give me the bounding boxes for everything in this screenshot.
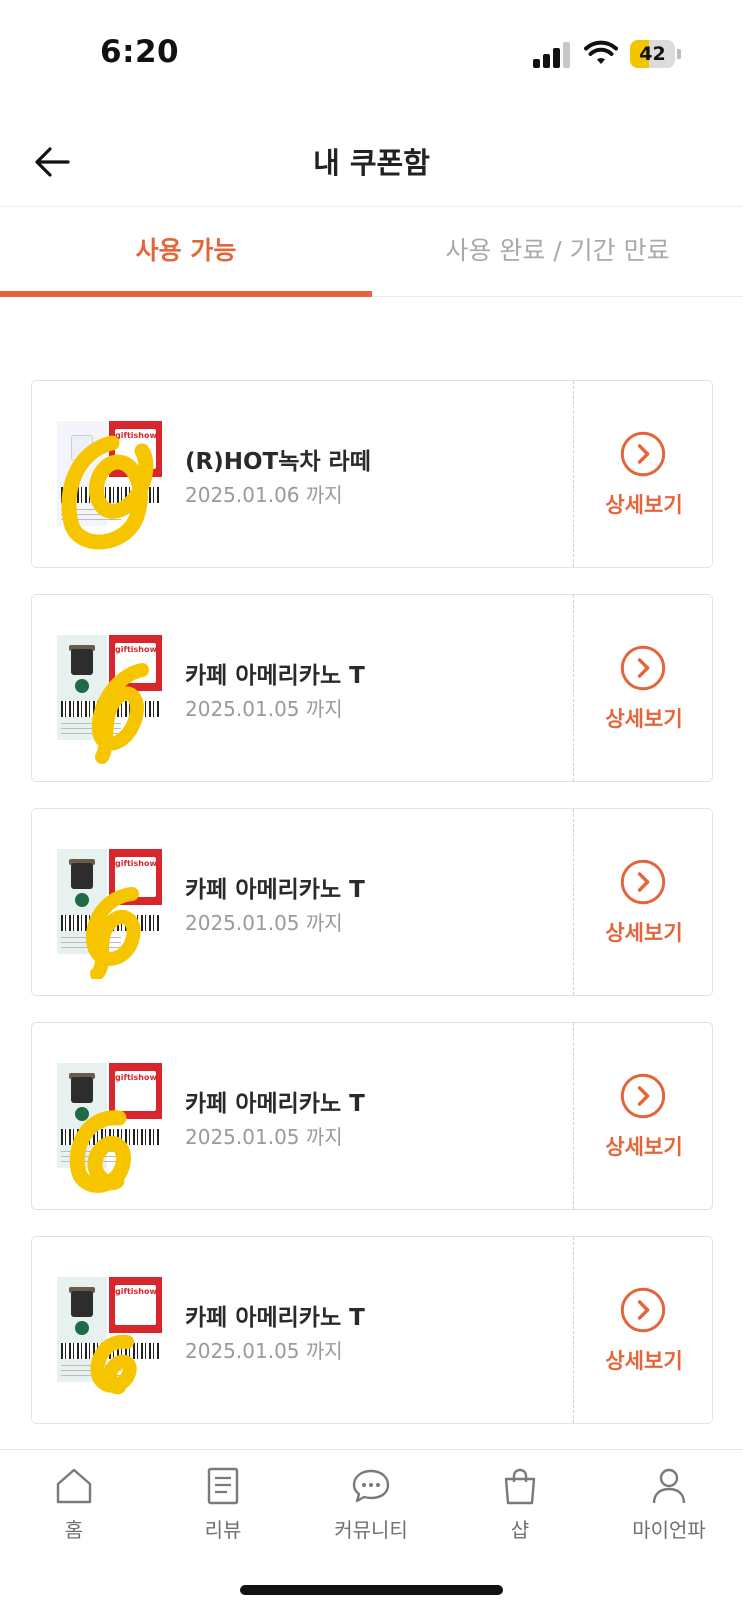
chevron-right-icon — [620, 431, 666, 477]
chevron-right-icon — [620, 645, 666, 691]
coupon-thumbnail: giftishow — [57, 1277, 162, 1395]
nav-label: 커뮤니티 — [334, 1518, 408, 1542]
detail-label: 상세보기 — [605, 707, 683, 731]
tab-bar: 사용 가능 사용 완료 / 기간 만료 — [0, 207, 743, 297]
coupon-name: 카페 아메리카노 T — [185, 1305, 365, 1331]
coupon-card[interactable]: giftishow 카페 아메리카노 T 2025.01.05 까지 상세보기 — [31, 808, 713, 996]
page-title: 내 쿠폰함 — [313, 146, 430, 180]
person-icon — [652, 1468, 686, 1504]
coupon-name: 카페 아메리카노 T — [185, 1091, 365, 1117]
chevron-right-icon — [620, 1287, 666, 1333]
coupon-name: (R)HOT녹차 라떼 — [185, 449, 371, 475]
coupon-expiry: 2025.01.05 까지 — [185, 911, 343, 935]
nav-label: 홈 — [64, 1518, 84, 1542]
coupon-card[interactable]: giftishow 카페 아메리카노 T 2025.01.05 까지 상세보기 — [31, 1022, 713, 1210]
redaction-scribble — [91, 663, 149, 764]
coupon-card[interactable]: giftishow 카페 아메리카노 T 2025.01.05 까지 상세보기 — [31, 1236, 713, 1424]
coupon-thumbnail: giftishow — [57, 635, 162, 764]
coupon-expiry: 2025.01.05 까지 — [185, 1125, 343, 1149]
coupon-expiry: 2025.01.05 까지 — [185, 697, 343, 721]
home-indicator — [240, 1585, 503, 1595]
coupon-name: 카페 아메리카노 T — [185, 663, 365, 689]
detail-button[interactable]: 상세보기 — [574, 595, 714, 781]
shopping-bag-icon — [504, 1468, 536, 1505]
coupon-name: 카페 아메리카노 T — [185, 877, 365, 903]
cellular-signal-icon — [533, 42, 575, 68]
redaction-scribble — [90, 1334, 137, 1395]
detail-label: 상세보기 — [605, 1349, 683, 1373]
home-icon — [56, 1468, 92, 1504]
coupon-expiry: 2025.01.05 까지 — [185, 1339, 343, 1363]
nav-item-community[interactable]: 커뮤니티 — [297, 1450, 445, 1560]
detail-label: 상세보기 — [605, 493, 683, 517]
wifi-icon — [584, 40, 618, 64]
detail-button[interactable]: 상세보기 — [574, 809, 714, 995]
coupon-expiry: 2025.01.06 까지 — [185, 483, 343, 507]
coupon-thumbnail: giftishow — [57, 1063, 162, 1193]
document-icon — [207, 1467, 239, 1505]
status-bar: 6:20 42 — [0, 0, 743, 110]
coupon-card[interactable]: giftishow 카페 아메리카노 T 2025.01.05 까지 상세보기 — [31, 594, 713, 782]
coupon-thumbnail: giftishow — [57, 421, 162, 550]
redaction-scribble — [61, 435, 154, 550]
detail-label: 상세보기 — [605, 921, 683, 945]
detail-button[interactable]: 상세보기 — [574, 1237, 714, 1423]
chevron-right-icon — [620, 1073, 666, 1119]
battery-icon: 42 — [630, 40, 681, 68]
tab-available[interactable]: 사용 가능 — [0, 207, 372, 297]
nav-item-review[interactable]: 리뷰 — [149, 1450, 297, 1560]
tab-active-indicator — [0, 291, 372, 297]
page-header: 내 쿠폰함 — [0, 118, 743, 206]
redaction-scribble — [69, 1110, 131, 1193]
battery-level: 42 — [639, 43, 666, 65]
detail-label: 상세보기 — [605, 1135, 683, 1159]
nav-label: 샵 — [510, 1518, 530, 1542]
detail-button[interactable]: 상세보기 — [574, 1023, 714, 1209]
status-time: 6:20 — [100, 34, 180, 70]
nav-label: 마이언파 — [632, 1518, 706, 1542]
nav-label: 리뷰 — [204, 1518, 242, 1542]
tab-used-expired[interactable]: 사용 완료 / 기간 만료 — [372, 207, 743, 297]
nav-item-home[interactable]: 홈 — [0, 1450, 148, 1560]
nav-item-my[interactable]: 마이언파 — [595, 1450, 743, 1560]
chevron-right-icon — [620, 859, 666, 905]
detail-button[interactable]: 상세보기 — [574, 381, 714, 567]
coupon-thumbnail: giftishow — [57, 849, 162, 979]
nav-item-shop[interactable]: 샵 — [446, 1450, 594, 1560]
redaction-scribble — [85, 887, 141, 979]
chat-bubble-icon — [352, 1469, 390, 1503]
coupon-card[interactable]: giftishow (R)HOT녹차 라떼 2025.01.06 까지 상세보기 — [31, 380, 713, 568]
